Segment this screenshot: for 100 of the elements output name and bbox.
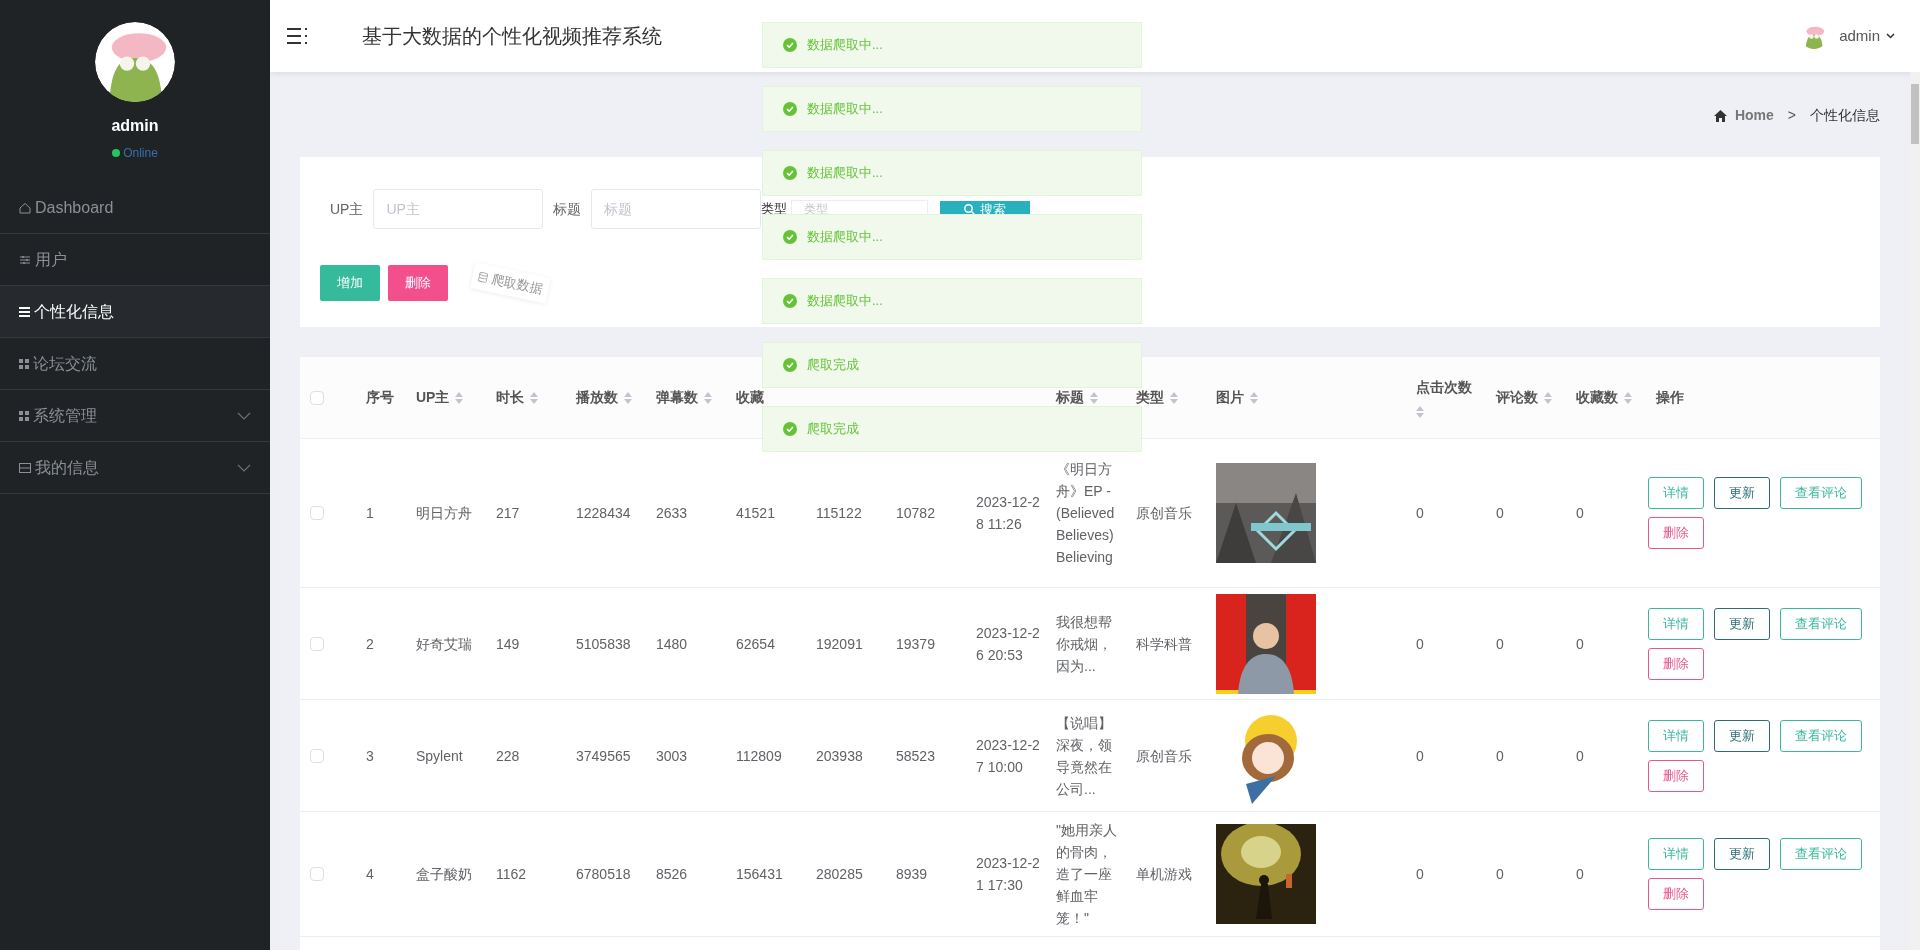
column-header: 播放数 <box>576 388 618 407</box>
table-cell: 203938 <box>816 747 863 764</box>
table-cell: 0 <box>1576 747 1584 764</box>
table-cell: 2023-12-21 17:30 <box>976 855 1040 893</box>
add-button[interactable]: 增加 <box>320 265 380 301</box>
delete-button[interactable]: 删除 <box>1648 759 1704 792</box>
sort-icon[interactable] <box>455 391 464 404</box>
update-button[interactable]: 更新 <box>1714 607 1770 640</box>
table-cell: 112809 <box>736 747 782 764</box>
table-cell: 2023-12-26 20:53 <box>976 624 1040 663</box>
user-name: admin <box>111 116 159 136</box>
sidebar-item[interactable]: 我的信息 <box>0 442 270 494</box>
comments-button[interactable]: 查看评论 <box>1780 477 1862 509</box>
table-cell: 149 <box>496 635 520 652</box>
table-cell: 0 <box>1576 505 1584 521</box>
chevron-down-icon <box>1886 33 1895 39</box>
table-cell: 0 <box>1416 747 1424 764</box>
check-circle-icon <box>783 294 797 308</box>
table-cell: 3 <box>366 747 374 764</box>
sidebar-item[interactable]: 系统管理 <box>0 390 270 442</box>
sort-icon[interactable] <box>1416 406 1424 418</box>
grid-icon <box>19 410 29 421</box>
grid-icon <box>19 358 29 369</box>
delete-button[interactable]: 删除 <box>1648 517 1704 549</box>
menu-icon[interactable] <box>287 27 309 45</box>
app-title: 基于大数据的个性化视频推荐系统 <box>362 24 662 49</box>
scrollbar[interactable] <box>1910 72 1920 950</box>
detail-button[interactable]: 详情 <box>1648 719 1704 752</box>
table-cell: 62654 <box>736 635 775 652</box>
table-cell: 41521 <box>736 505 775 521</box>
detail-button[interactable]: 详情 <box>1648 838 1704 870</box>
table-cell: 6780518 <box>576 866 631 882</box>
sort-icon[interactable] <box>1250 391 1258 404</box>
sidebar-item[interactable]: 论坛交流 <box>0 338 270 390</box>
column-header: 收藏数 <box>1576 388 1618 407</box>
delete-button[interactable]: 删除 <box>1648 878 1704 910</box>
table-cell: 3749565 <box>576 747 631 764</box>
list-icon <box>19 306 30 317</box>
crawl-button[interactable]: 爬取数据 <box>470 262 551 304</box>
update-button[interactable]: 更新 <box>1714 838 1770 870</box>
sort-icon[interactable] <box>1170 391 1178 404</box>
table-cell: 原创音乐 <box>1136 747 1192 764</box>
table-cell: 2633 <box>656 505 688 521</box>
success-toast: 爬取完成 <box>762 342 1142 388</box>
sort-icon[interactable] <box>704 391 712 404</box>
user-menu[interactable]: admin <box>1839 24 1895 48</box>
update-button[interactable]: 更新 <box>1714 719 1770 752</box>
update-button[interactable]: 更新 <box>1714 477 1770 509</box>
detail-button[interactable]: 详情 <box>1648 477 1704 509</box>
table-cell: 217 <box>496 505 520 521</box>
checkbox[interactable] <box>310 867 324 881</box>
checkbox[interactable] <box>310 636 324 651</box>
check-circle-icon <box>783 230 797 244</box>
table-cell: 科学科普 <box>1136 635 1192 652</box>
sort-icon[interactable] <box>1544 391 1552 404</box>
delete-button[interactable]: 删除 <box>388 265 448 301</box>
column-header: 评论数 <box>1496 388 1538 407</box>
sidebar-item[interactable]: 个性化信息 <box>0 286 270 338</box>
comments-button[interactable]: 查看评论 <box>1780 719 1862 752</box>
table-cell: Spylent <box>416 747 463 764</box>
table-cell: 280285 <box>816 866 863 882</box>
table-cell: 8526 <box>656 866 688 882</box>
sort-icon[interactable] <box>530 391 538 404</box>
search-icon <box>964 203 976 215</box>
delete-button[interactable]: 删除 <box>1648 647 1704 680</box>
status-text: Online <box>123 145 158 162</box>
comments-button[interactable]: 查看评论 <box>1780 607 1862 640</box>
column-header: 弹幕数 <box>656 388 698 407</box>
table-cell: 19379 <box>896 635 935 652</box>
search-field[interactable]: UP主 <box>373 189 544 229</box>
check-circle-icon <box>783 102 797 116</box>
search-field[interactable]: 标题 <box>591 189 762 229</box>
table-cell: 我很想帮你戒烟，因为... <box>1056 613 1112 674</box>
sort-icon[interactable] <box>1624 391 1632 404</box>
table-cell: 明日方舟 <box>416 505 472 521</box>
detail-button[interactable]: 详情 <box>1648 607 1704 640</box>
table-cell: 228 <box>496 747 520 764</box>
column-header: 标题 <box>1056 388 1084 407</box>
table-cell: "她用亲人的骨肉，造了一座鲜血牢笼！" <box>1056 822 1117 926</box>
sort-icon[interactable] <box>1090 391 1098 404</box>
breadcrumb-link[interactable]: Home <box>1734 105 1774 126</box>
table-cell: 原创音乐 <box>1136 505 1192 521</box>
checkbox[interactable] <box>310 748 324 763</box>
success-toast: 数据爬取中... <box>762 150 1142 196</box>
comments-button[interactable]: 查看评论 <box>1780 838 1862 870</box>
breadcrumb-separator: > <box>1787 106 1796 125</box>
success-toast: 爬取完成 <box>762 406 1142 452</box>
breadcrumb-current: 个性化信息 <box>1810 106 1880 125</box>
column-header: 时长 <box>496 388 524 407</box>
column-header: 点击次数 <box>1416 378 1472 397</box>
table-cell: 115122 <box>816 505 862 521</box>
success-toast: 数据爬取中... <box>762 86 1142 132</box>
sort-icon[interactable] <box>624 391 632 404</box>
checkbox[interactable] <box>310 506 324 520</box>
sliders-icon <box>19 253 31 266</box>
sidebar-item[interactable]: Dashboard <box>0 182 270 234</box>
table-cell: 4 <box>366 866 374 882</box>
checkbox[interactable] <box>310 390 324 405</box>
table-cell: 156431 <box>736 866 783 882</box>
table-cell: 10782 <box>896 505 935 521</box>
